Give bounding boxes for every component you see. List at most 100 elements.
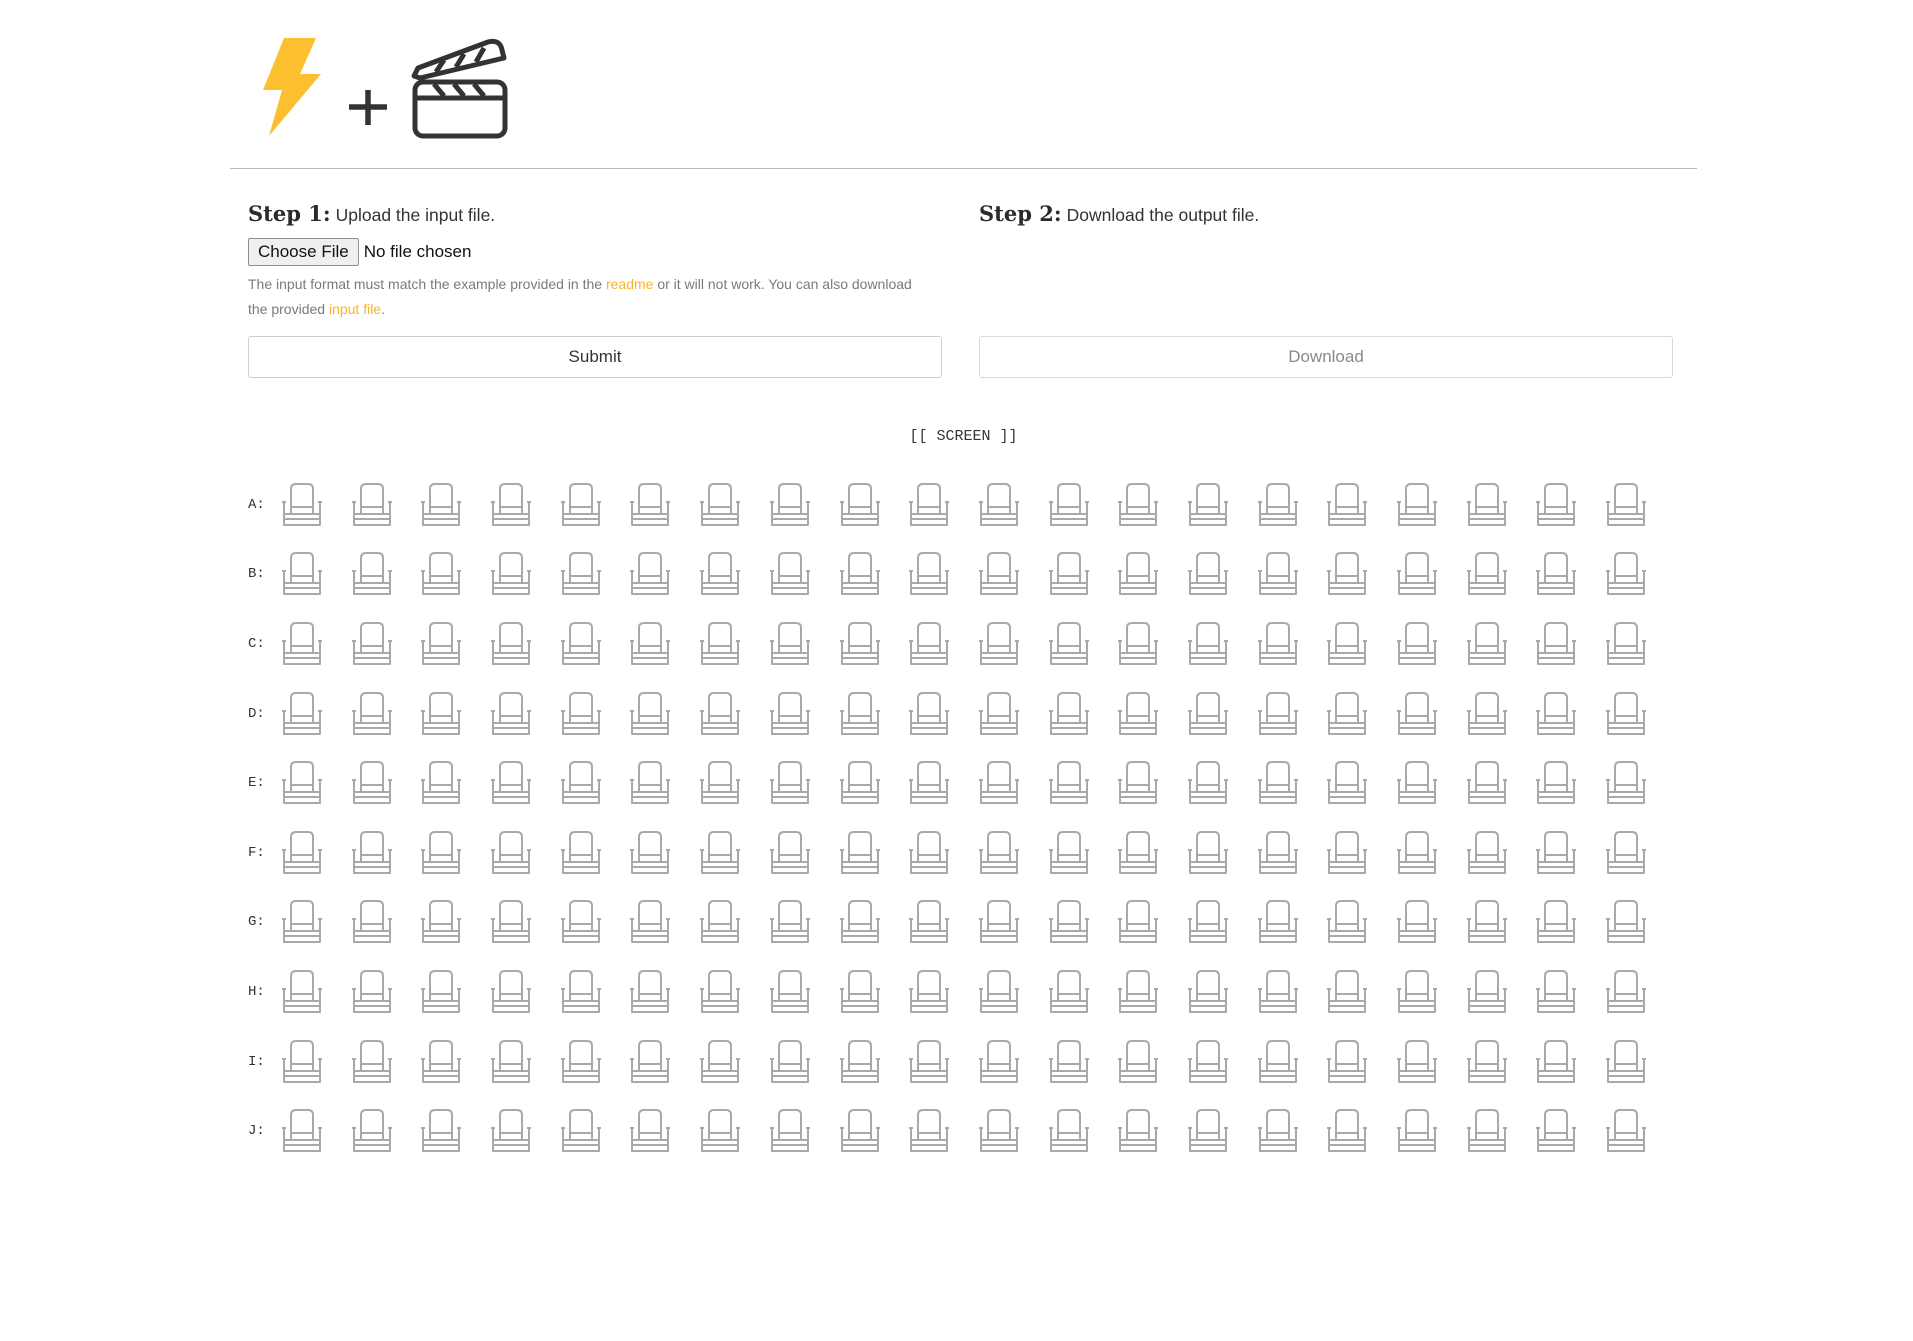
seat-icon[interactable] <box>1325 550 1369 598</box>
seat-icon[interactable] <box>280 1107 324 1155</box>
seat-icon[interactable] <box>768 550 812 598</box>
seat-icon[interactable] <box>1186 481 1230 529</box>
seat-icon[interactable] <box>489 898 533 946</box>
seat-icon[interactable] <box>1395 898 1439 946</box>
seat-icon[interactable] <box>1116 550 1160 598</box>
seat-icon[interactable] <box>1186 829 1230 877</box>
seat-icon[interactable] <box>559 829 603 877</box>
seat-icon[interactable] <box>1534 620 1578 668</box>
seat-icon[interactable] <box>977 898 1021 946</box>
choose-file-button[interactable]: Choose File <box>248 238 359 266</box>
seat-icon[interactable] <box>1047 1107 1091 1155</box>
seat-icon[interactable] <box>698 968 742 1016</box>
seat-icon[interactable] <box>1395 550 1439 598</box>
seat-icon[interactable] <box>1256 759 1300 807</box>
seat-icon[interactable] <box>1186 759 1230 807</box>
seat-icon[interactable] <box>1116 690 1160 738</box>
seat-icon[interactable] <box>350 550 394 598</box>
seat-icon[interactable] <box>977 1038 1021 1086</box>
seat-icon[interactable] <box>280 620 324 668</box>
seat-icon[interactable] <box>350 690 394 738</box>
seat-icon[interactable] <box>1395 1038 1439 1086</box>
seat-icon[interactable] <box>1256 1107 1300 1155</box>
seat-icon[interactable] <box>838 1038 882 1086</box>
seat-icon[interactable] <box>1186 898 1230 946</box>
seat-icon[interactable] <box>907 1107 951 1155</box>
seat-icon[interactable] <box>1604 1038 1648 1086</box>
submit-button[interactable]: Submit <box>248 336 942 378</box>
seat-icon[interactable] <box>1465 550 1509 598</box>
seat-icon[interactable] <box>1186 1038 1230 1086</box>
seat-icon[interactable] <box>419 690 463 738</box>
seat-icon[interactable] <box>698 550 742 598</box>
seat-icon[interactable] <box>489 968 533 1016</box>
seat-icon[interactable] <box>1047 759 1091 807</box>
seat-icon[interactable] <box>1395 1107 1439 1155</box>
seat-icon[interactable] <box>559 620 603 668</box>
seat-icon[interactable] <box>1465 898 1509 946</box>
seat-icon[interactable] <box>1465 1107 1509 1155</box>
seat-icon[interactable] <box>489 829 533 877</box>
seat-icon[interactable] <box>280 690 324 738</box>
seat-icon[interactable] <box>907 759 951 807</box>
seat-icon[interactable] <box>698 1107 742 1155</box>
seat-icon[interactable] <box>419 620 463 668</box>
seat-icon[interactable] <box>698 690 742 738</box>
seat-icon[interactable] <box>1116 829 1160 877</box>
seat-icon[interactable] <box>768 829 812 877</box>
seat-icon[interactable] <box>559 898 603 946</box>
seat-icon[interactable] <box>419 898 463 946</box>
seat-icon[interactable] <box>628 620 672 668</box>
seat-icon[interactable] <box>1325 968 1369 1016</box>
seat-icon[interactable] <box>559 550 603 598</box>
seat-icon[interactable] <box>1465 968 1509 1016</box>
seat-icon[interactable] <box>628 829 672 877</box>
seat-icon[interactable] <box>838 620 882 668</box>
download-button[interactable]: Download <box>979 336 1673 378</box>
seat-icon[interactable] <box>1534 898 1578 946</box>
seat-icon[interactable] <box>1534 481 1578 529</box>
seat-icon[interactable] <box>628 690 672 738</box>
seat-icon[interactable] <box>280 550 324 598</box>
seat-icon[interactable] <box>907 829 951 877</box>
seat-icon[interactable] <box>977 481 1021 529</box>
seat-icon[interactable] <box>1047 968 1091 1016</box>
seat-icon[interactable] <box>1256 898 1300 946</box>
seat-icon[interactable] <box>1604 829 1648 877</box>
seat-icon[interactable] <box>698 620 742 668</box>
seat-icon[interactable] <box>768 690 812 738</box>
seat-icon[interactable] <box>559 968 603 1016</box>
seat-icon[interactable] <box>1325 1107 1369 1155</box>
input-file-link[interactable]: input file <box>329 301 381 317</box>
seat-icon[interactable] <box>1604 690 1648 738</box>
seat-icon[interactable] <box>419 1107 463 1155</box>
seat-icon[interactable] <box>907 1038 951 1086</box>
seat-icon[interactable] <box>698 481 742 529</box>
seat-icon[interactable] <box>1604 620 1648 668</box>
seat-icon[interactable] <box>977 759 1021 807</box>
seat-icon[interactable] <box>1325 620 1369 668</box>
seat-icon[interactable] <box>489 550 533 598</box>
seat-icon[interactable] <box>1325 1038 1369 1086</box>
seat-icon[interactable] <box>977 550 1021 598</box>
readme-link[interactable]: readme <box>606 276 653 292</box>
seat-icon[interactable] <box>838 968 882 1016</box>
seat-icon[interactable] <box>768 1107 812 1155</box>
seat-icon[interactable] <box>1256 1038 1300 1086</box>
seat-icon[interactable] <box>1465 690 1509 738</box>
seat-icon[interactable] <box>280 898 324 946</box>
seat-icon[interactable] <box>1116 620 1160 668</box>
seat-icon[interactable] <box>1047 481 1091 529</box>
seat-icon[interactable] <box>1395 481 1439 529</box>
seat-icon[interactable] <box>280 481 324 529</box>
seat-icon[interactable] <box>280 759 324 807</box>
seat-icon[interactable] <box>977 690 1021 738</box>
seat-icon[interactable] <box>1465 829 1509 877</box>
seat-icon[interactable] <box>1256 550 1300 598</box>
seat-icon[interactable] <box>559 690 603 738</box>
seat-icon[interactable] <box>1325 759 1369 807</box>
seat-icon[interactable] <box>350 759 394 807</box>
seat-icon[interactable] <box>280 968 324 1016</box>
seat-icon[interactable] <box>419 1038 463 1086</box>
seat-icon[interactable] <box>628 481 672 529</box>
